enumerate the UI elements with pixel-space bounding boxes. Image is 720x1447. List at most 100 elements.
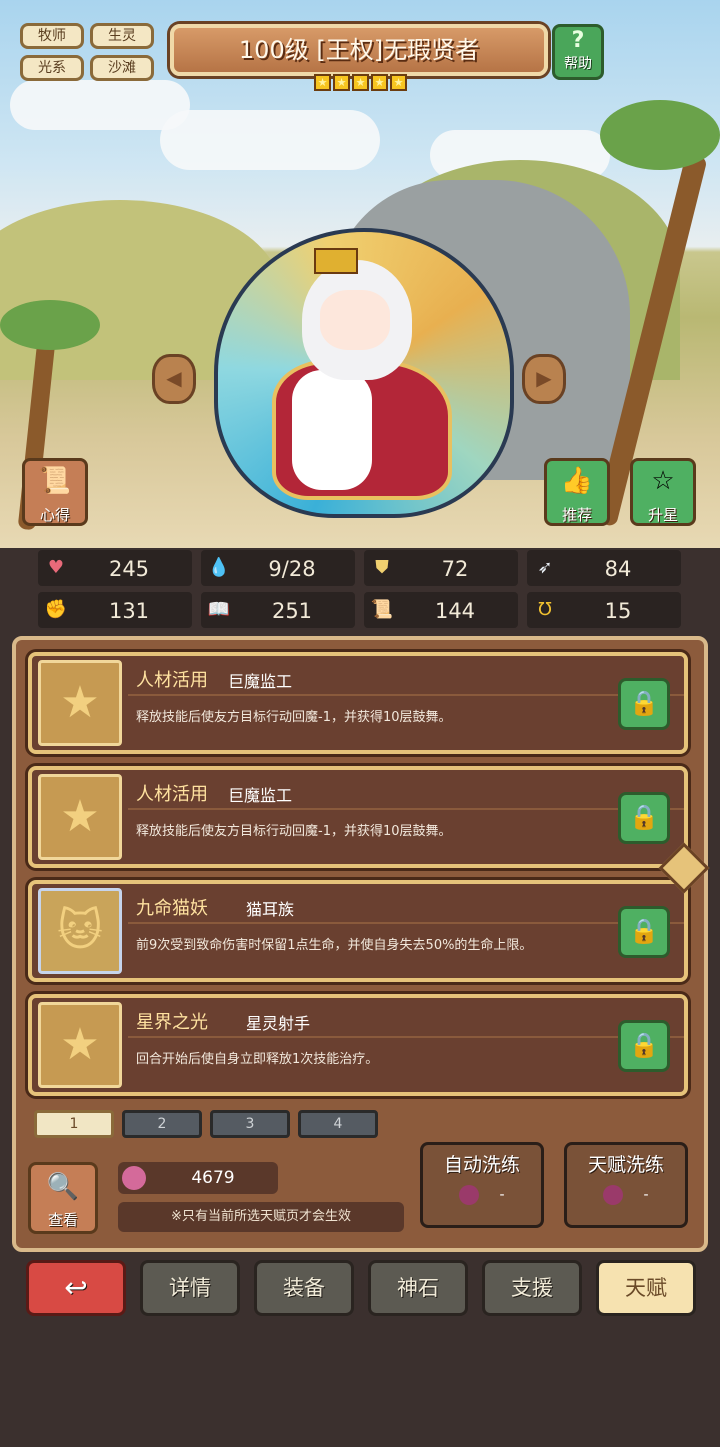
star-icon: ★ <box>352 74 369 91</box>
wing-icon: ➶ <box>537 557 553 578</box>
scroll-icon: 📜 <box>38 466 72 496</box>
cat-face-icon: 🐱 <box>38 888 122 974</box>
star-icon: ★ <box>38 660 122 746</box>
lock-icon[interactable]: 🔒 <box>618 678 670 730</box>
tag-class: 牧师 <box>20 23 84 49</box>
horseshoe-icon: Ʊ <box>538 599 552 620</box>
stat-speed: ➶ 84 <box>527 550 681 586</box>
auto-wash-cost: - <box>423 1185 541 1205</box>
stat-luck: Ʊ 15 <box>527 592 681 628</box>
cloud <box>160 110 380 170</box>
divider <box>128 808 684 810</box>
stat-mana: 💧 9/28 <box>201 550 355 586</box>
lock-icon[interactable]: 🔒 <box>618 906 670 958</box>
tab-page-1[interactable]: 1 <box>34 1110 114 1138</box>
talent-desc: 释放技能后使友方目标行动回魔-1，并获得10层鼓舞。 <box>136 824 452 839</box>
auto-wash-button[interactable]: 自动洗练 - <box>420 1142 544 1228</box>
cloud <box>10 80 190 130</box>
upgrade-star-button[interactable]: ☆ 升星 <box>630 458 696 526</box>
talent-name: 九命猫妖 <box>136 898 208 919</box>
auto-wash-cost-value: - <box>499 1187 505 1203</box>
fruit-icon <box>122 1166 146 1190</box>
notice-text: ※只有当前所选天赋页才会生效 <box>118 1202 404 1232</box>
stat-hp-value: 245 <box>108 557 150 581</box>
auto-wash-label: 自动洗练 <box>443 1154 520 1176</box>
talent-card[interactable]: ★ 星界之光 星灵射手 回合开始后使自身立即释放1次技能治疗。 🔒 <box>28 994 688 1096</box>
equipment-tab[interactable]: 装备 <box>254 1260 354 1316</box>
stat-resist: 📜 144 <box>364 592 518 628</box>
divider <box>128 922 684 924</box>
star-icon: ★ <box>38 774 122 860</box>
talent-name: 星界之光 <box>136 1012 208 1033</box>
face <box>320 290 390 350</box>
details-tab[interactable]: 详情 <box>140 1260 240 1316</box>
book-icon: 📖 <box>207 599 231 620</box>
talent-wash-label: 天赋洗练 <box>587 1154 664 1176</box>
stat-speed-value: 84 <box>604 557 632 581</box>
talent-desc: 释放技能后使友方目标行动回魔-1，并获得10层鼓舞。 <box>136 710 452 725</box>
star-badge-icon: ☆ <box>651 466 675 496</box>
stat-attack-value: 131 <box>108 599 150 623</box>
lock-icon[interactable]: 🔒 <box>618 1020 670 1072</box>
recommend-button[interactable]: 👍 推荐 <box>544 458 610 526</box>
support-tab[interactable]: 支援 <box>482 1260 582 1316</box>
fruit-icon <box>603 1185 624 1205</box>
talent-controls: 🔍 查看 4679 ※只有当前所选天赋页才会生效 自动洗练 - 天赋洗练 - <box>22 1142 702 1242</box>
magnifier-icon: 🔍 <box>46 1172 80 1202</box>
talent-card[interactable]: 🐱 九命猫妖 猫耳族 前9次受到致命伤害时保留1点生命，并使自身失去50%的生命… <box>28 880 688 982</box>
palm-leaves <box>600 100 720 170</box>
crown-icon <box>314 248 358 274</box>
hero-portrait[interactable] <box>262 250 462 510</box>
star-icon: ★ <box>314 74 331 91</box>
divider <box>128 1036 684 1038</box>
talent-source: 巨魔监工 <box>228 786 293 805</box>
hero-title: 100级 [王权]无瑕贤者 <box>170 24 548 76</box>
notes-button[interactable]: 📜 心得 <box>22 458 88 526</box>
recommend-label: 推荐 <box>561 506 592 524</box>
tag-element: 光系 <box>20 55 84 81</box>
prev-hero-button[interactable]: ◀ <box>152 354 196 404</box>
talent-wash-button[interactable]: 天赋洗练 - <box>564 1142 688 1228</box>
talent-desc: 回合开始后使自身立即释放1次技能治疗。 <box>136 1052 379 1067</box>
talent-tab[interactable]: 天赋 <box>596 1260 696 1316</box>
palm-leaves <box>0 300 100 350</box>
heart-icon: ♥ <box>47 557 65 578</box>
view-button[interactable]: 🔍 查看 <box>28 1162 98 1234</box>
star-icon: ★ <box>390 74 407 91</box>
stat-defense: ⛊ 72 <box>364 550 518 586</box>
godstone-tab[interactable]: 神石 <box>368 1260 468 1316</box>
divider <box>128 694 684 696</box>
view-label: 查看 <box>47 1211 78 1229</box>
stat-defense-value: 72 <box>441 557 469 581</box>
shield-icon: ⛊ <box>375 557 389 578</box>
legs <box>292 370 372 490</box>
currency-display: 4679 <box>118 1162 278 1194</box>
stat-hp: ♥ 245 <box>38 550 192 586</box>
next-hero-button[interactable]: ▶ <box>522 354 566 404</box>
talent-card[interactable]: ★ 人材活用 巨魔监工 释放技能后使友方目标行动回魔-1，并获得10层鼓舞。 🔒 <box>28 766 688 868</box>
talent-wash-cost-value: - <box>643 1187 649 1203</box>
help-button[interactable]: ? 帮助 <box>552 24 604 80</box>
back-button[interactable]: ↩ <box>26 1260 126 1316</box>
stat-attack: ✊ 131 <box>38 592 192 628</box>
stat-magic: 📖 251 <box>201 592 355 628</box>
water-drop-icon: 💧 <box>207 557 231 578</box>
tab-page-3[interactable]: 3 <box>210 1110 290 1138</box>
stat-mana-value: 9/28 <box>268 557 316 581</box>
talent-source: 巨魔监工 <box>228 672 293 691</box>
currency-value: 4679 <box>191 1168 235 1188</box>
return-arrow-icon: ↩ <box>64 1271 88 1304</box>
stat-luck-value: 15 <box>604 599 632 623</box>
talent-card[interactable]: ★ 人材活用 巨魔监工 释放技能后使友方目标行动回魔-1，并获得10层鼓舞。 🔒 <box>28 652 688 754</box>
notes-label: 心得 <box>39 506 70 524</box>
stat-magic-value: 251 <box>271 599 313 623</box>
tag-race: 生灵 <box>90 23 154 49</box>
scroll-icon: 📜 <box>370 599 394 620</box>
tab-page-4[interactable]: 4 <box>298 1110 378 1138</box>
talent-source: 猫耳族 <box>246 900 295 919</box>
lock-icon[interactable]: 🔒 <box>618 792 670 844</box>
tab-page-2[interactable]: 2 <box>122 1110 202 1138</box>
talent-desc: 前9次受到致命伤害时保留1点生命，并使自身失去50%的生命上限。 <box>136 938 533 953</box>
talent-source: 星灵射手 <box>246 1014 311 1033</box>
star-icon: ★ <box>333 74 350 91</box>
